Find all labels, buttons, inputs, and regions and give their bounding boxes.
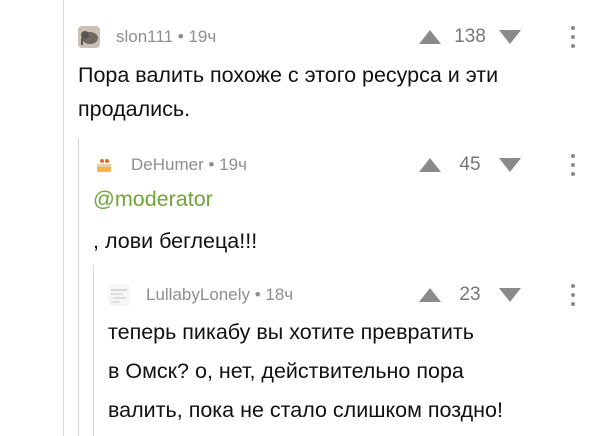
downvote-icon[interactable] [499, 158, 521, 172]
downvote-icon[interactable] [499, 288, 521, 302]
comment-header: slon111 • 19ч [78, 24, 216, 50]
comment-text: @moderator , лови беглеца!!! [93, 182, 257, 258]
thread-line [93, 265, 94, 436]
comment-text-line: в Омск? о, нет, действительно пора [108, 359, 464, 383]
user-mention-link[interactable]: @moderator [93, 182, 257, 216]
comment-text: теперь пикабу вы хотите превратить в Омс… [108, 313, 503, 430]
comment-text: Пора валить похоже с этого ресурса и эти… [78, 58, 498, 126]
comment-text-line: , лови беглеца!!! [93, 229, 258, 253]
comment-time[interactable]: 19ч [219, 155, 247, 174]
thread-line [78, 138, 79, 436]
cake-avatar-icon[interactable] [93, 154, 115, 176]
author-name[interactable]: slon111 [116, 27, 173, 46]
comment-author-line: slon111 • 19ч [116, 27, 216, 47]
elephant-avatar-icon[interactable] [78, 26, 100, 48]
comment-rating: 23 [459, 284, 481, 305]
author-name[interactable]: LullabyLonely [146, 285, 250, 304]
meta-separator: • [177, 27, 189, 46]
upvote-icon[interactable] [419, 30, 441, 44]
comment-header: LullabyLonely • 18ч [108, 282, 293, 308]
meta-separator: • [254, 285, 266, 304]
more-options-icon[interactable] [571, 284, 575, 306]
sketch-avatar-icon[interactable] [108, 284, 130, 306]
upvote-icon[interactable] [419, 288, 441, 302]
comment-time[interactable]: 18ч [265, 285, 293, 304]
more-options-icon[interactable] [571, 154, 575, 176]
vote-controls: 138 [419, 24, 521, 50]
upvote-icon[interactable] [419, 158, 441, 172]
comment-text-line: валить, пока не стало слишком поздно! [108, 398, 503, 422]
comment-text-line: продались. [78, 97, 191, 121]
comment-text-line: Пора валить похоже с этого ресурса и эти [78, 63, 499, 87]
comment-rating: 45 [459, 154, 481, 175]
comment-header: DeHumer • 19ч [93, 152, 247, 178]
meta-separator: • [208, 155, 220, 174]
author-name[interactable]: DeHumer [131, 155, 204, 174]
thread-line [63, 0, 64, 436]
comment-rating: 138 [454, 26, 486, 47]
comment-author-line: DeHumer • 19ч [131, 155, 247, 175]
vote-controls: 45 [419, 152, 521, 178]
comment-author-line: LullabyLonely • 18ч [146, 285, 293, 305]
vote-controls: 23 [419, 282, 521, 308]
downvote-icon[interactable] [499, 30, 521, 44]
comment-time[interactable]: 19ч [188, 27, 216, 46]
comment-text-line: теперь пикабу вы хотите превратить [108, 320, 474, 344]
more-options-icon[interactable] [571, 26, 575, 48]
